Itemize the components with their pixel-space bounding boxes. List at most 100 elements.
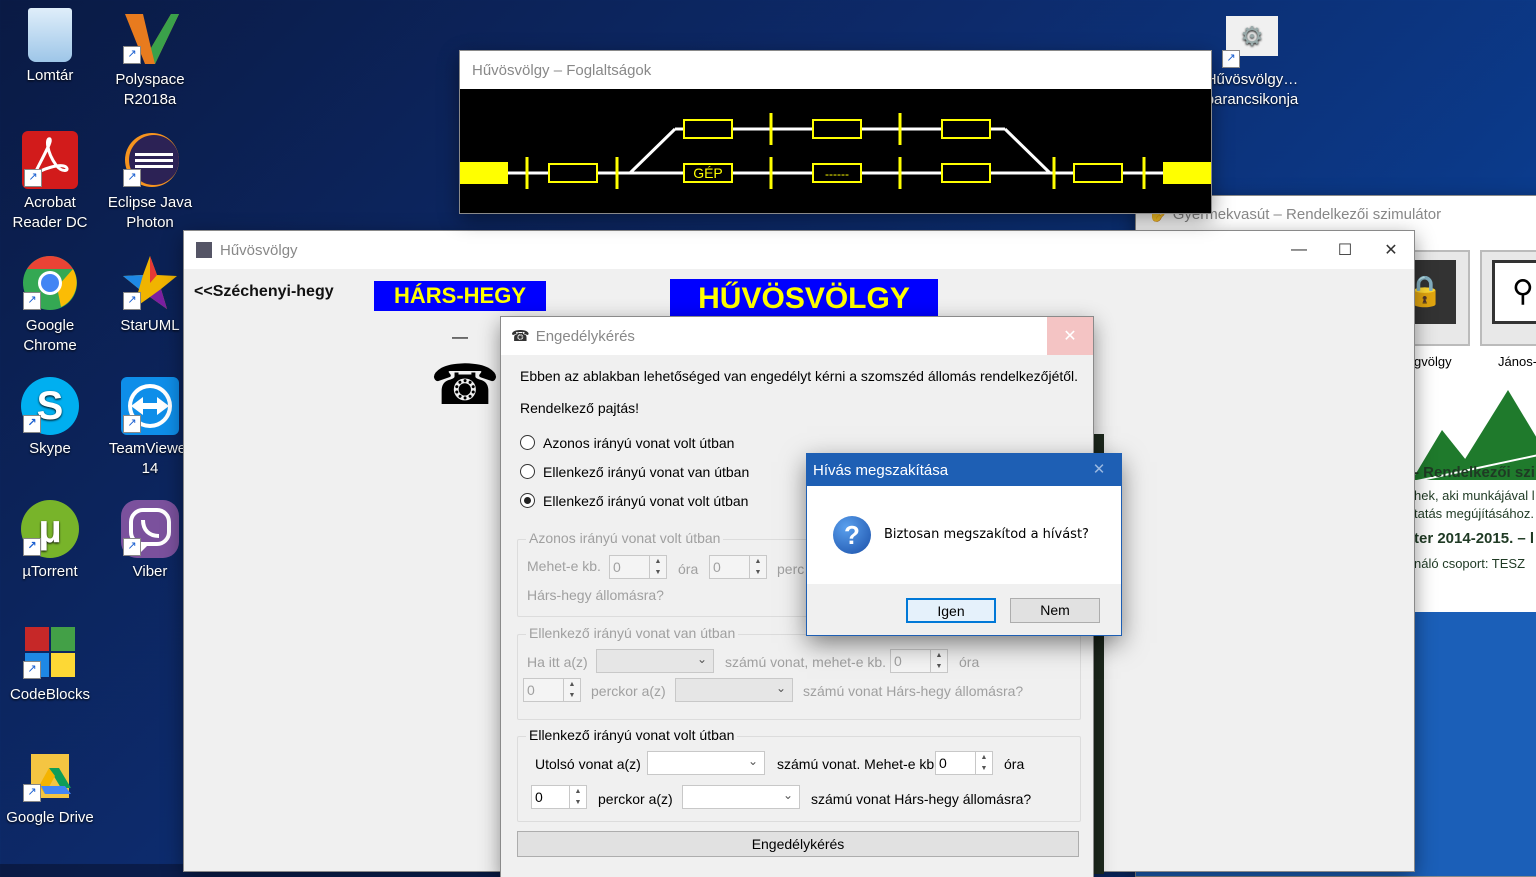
group1-minute-spinner[interactable]: 0 ▲ ▼	[709, 555, 767, 579]
confirm-yes-button[interactable]: Igen	[906, 598, 996, 623]
banner-line-4: ter 2014-2015. – l	[1414, 530, 1535, 547]
group2-hour-label: óra	[959, 654, 980, 670]
shortcut-arrow-icon: ↗	[23, 784, 41, 802]
keyhole-icon: ⚲	[1492, 260, 1536, 324]
minimize-button[interactable]: —	[1276, 231, 1322, 269]
radio-same-direction[interactable]	[520, 435, 535, 450]
radio-label-same-direction[interactable]: Azonos irányú vonat volt útban	[543, 435, 734, 451]
staruml-icon: ↗	[121, 254, 179, 312]
track-diagram-svg: GÉP ------	[460, 113, 1211, 189]
radio-label-opposite-was-on-way[interactable]: Ellenkező irányú vonat volt útban	[543, 493, 748, 509]
request-permission-button[interactable]: Engedélykérés	[517, 831, 1079, 857]
desktop-icon-label: Lomtár	[26, 67, 74, 84]
shortcut-arrow-icon: ↗	[23, 538, 41, 556]
radio-opposite-was-on-way[interactable]	[520, 493, 535, 508]
group1-minute-label: perc	[777, 561, 805, 577]
group2-dest-train-select[interactable]: ⌄	[675, 678, 793, 702]
group3-destination: számú vonat Hárs-hegy állomásra?	[811, 791, 1032, 807]
desktop-icon-utorrent[interactable]: µ ↗ µTorrent	[2, 500, 98, 582]
google-drive-icon: ↗	[21, 746, 79, 804]
group3-title: Ellenkező irányú vonat volt útban	[526, 727, 738, 743]
settings-shortcut-icon: ⚙ ↗	[1222, 16, 1278, 68]
desktop-icon-huvosvolgy-shortcut[interactable]: ⚙ ↗ Hűvösvölgy… parancsikonja	[1202, 16, 1302, 110]
shortcut-arrow-icon: ↗	[23, 415, 41, 433]
group2-destination: számú vonat Hárs-hegy állomásra?	[803, 683, 1024, 699]
confirm-dialog[interactable]: Hívás megszakítása ✕ ? Biztosan megszakí…	[807, 454, 1121, 635]
shortcut-arrow-icon: ↗	[1222, 50, 1240, 68]
group1-hour-spinner[interactable]: 0 ▲ ▼	[609, 555, 667, 579]
group3-hour-label: óra	[1004, 756, 1025, 772]
codeblocks-icon: ↗	[21, 623, 79, 681]
desktop-icon-eclipse[interactable]: ↗ Eclipse Java Photon	[102, 131, 198, 233]
skype-icon: S ↗	[21, 377, 79, 435]
station-titlebar[interactable]: Hűvösvölgy	[184, 231, 1414, 269]
neighbor-station-label[interactable]: HÁRS-HEGY	[374, 281, 546, 311]
confirm-close-button[interactable]: ✕	[1077, 454, 1121, 486]
dash-indicator: —	[452, 329, 468, 346]
desktop-icon-chrome[interactable]: ↗ Google Chrome	[2, 254, 98, 356]
shortcut-arrow-icon: ↗	[123, 292, 141, 310]
group-opposite-was-on-way: Ellenkező irányú vonat volt útban	[517, 727, 1081, 822]
desktop-icon-acrobat[interactable]: ↗ Acrobat Reader DC	[2, 131, 98, 233]
spinner-arrows-icon: ▲ ▼	[649, 556, 666, 578]
chevron-down-icon: ⌄	[782, 788, 793, 802]
permission-titlebar[interactable]: ☎ Engedélykérés	[501, 317, 1093, 355]
group3-train-can-go-label: számú vonat. Mehet-e kb.	[777, 756, 939, 772]
shortcut-arrow-icon: ↗	[123, 46, 141, 64]
group2-minute-spinner[interactable]: 0 ▲ ▼	[523, 678, 581, 702]
spinner-arrows-icon: ▲ ▼	[975, 752, 992, 774]
back-link-szechenyi[interactable]: <<Széchenyi-hegy	[194, 283, 334, 301]
group2-title: Ellenkező irányú vonat van útban	[526, 625, 739, 641]
confirm-titlebar[interactable]: Hívás megszakítása	[807, 454, 1121, 486]
occupancy-window[interactable]: Hűvösvölgy – Foglaltságok GÉP ------	[460, 51, 1211, 213]
banner-line-1: - Rendelkezői szi	[1414, 464, 1535, 481]
desktop-icon-label: Google Drive	[6, 809, 94, 826]
desktop-icon-label: Eclipse Java Photon	[107, 194, 193, 231]
current-station-label: HŰVÖSVÖLGY	[670, 279, 938, 319]
group1-destination: Hárs-hegy állomásra?	[527, 587, 664, 603]
desktop-icon-codeblocks[interactable]: ↗ CodeBlocks	[2, 623, 98, 705]
utorrent-icon: µ ↗	[21, 500, 79, 558]
desktop-icon-label: Acrobat Reader DC	[12, 194, 88, 231]
group2-train-select[interactable]: ⌄	[596, 649, 714, 673]
group3-hour-spinner[interactable]: 0 ▲ ▼	[935, 751, 993, 775]
maximize-button[interactable]: ☐	[1322, 231, 1368, 269]
desktop-icon-recycle-bin[interactable]: Lomtár	[2, 8, 98, 86]
telephone-icon: ☎	[511, 328, 530, 345]
group3-hour-value: 0	[939, 755, 947, 771]
desktop-icon-google-drive[interactable]: ↗ Google Drive	[2, 746, 98, 828]
question-icon: ?	[833, 516, 871, 554]
chevron-down-icon: ⌄	[747, 754, 758, 768]
desktop-icon-skype[interactable]: S ↗ Skype	[2, 377, 98, 459]
group1-hour-label: óra	[678, 561, 699, 577]
track-label-dashes: ------	[825, 167, 849, 181]
banner-line-5: náló csoport: TESZ	[1414, 556, 1526, 571]
acrobat-icon: ↗	[22, 131, 78, 189]
desktop-icon-label: µTorrent	[22, 563, 78, 580]
permission-intro: Ebben az ablakban lehetőséged van engedé…	[520, 368, 1079, 384]
desktop-icon-label: Polyspace R2018a	[115, 71, 185, 108]
desktop-icon-polyspace[interactable]: ↗ Polyspace R2018a	[102, 8, 198, 110]
radio-label-opposite-on-way[interactable]: Ellenkező irányú vonat van útban	[543, 464, 749, 480]
group2-hour-spinner[interactable]: 0 ▲ ▼	[890, 649, 948, 673]
group3-minute-spinner[interactable]: 0 ▲ ▼	[531, 785, 587, 809]
group2-minute-label: perckor a(z)	[591, 683, 666, 699]
shortcut-arrow-icon: ↗	[123, 169, 141, 187]
group3-train-select[interactable]: ⌄	[647, 751, 765, 775]
occupancy-titlebar[interactable]: Hűvösvölgy – Foglaltságok	[460, 51, 1211, 89]
group2-if-here-label: Ha itt a(z)	[527, 654, 588, 670]
station-title: Hűvösvölgy	[220, 241, 298, 259]
close-button[interactable]: ✕	[1368, 231, 1414, 269]
station-card-janos[interactable]: ⚲	[1480, 250, 1536, 346]
permission-close-button[interactable]: ✕	[1047, 317, 1093, 355]
station-app-icon	[196, 242, 212, 258]
group3-dest-train-select[interactable]: ⌄	[682, 785, 800, 809]
station-label-janos: János-	[1498, 354, 1536, 369]
confirm-no-button[interactable]: Nem	[1010, 598, 1100, 623]
spinner-arrows-icon: ▲ ▼	[930, 650, 947, 672]
radio-opposite-on-way[interactable]	[520, 464, 535, 479]
phone-icon[interactable]: ☎	[430, 355, 500, 415]
track-diagram: GÉP ------	[460, 89, 1211, 213]
recycle-bin-icon	[28, 8, 72, 62]
banner-line-3: tatás megújításához.	[1414, 506, 1534, 521]
